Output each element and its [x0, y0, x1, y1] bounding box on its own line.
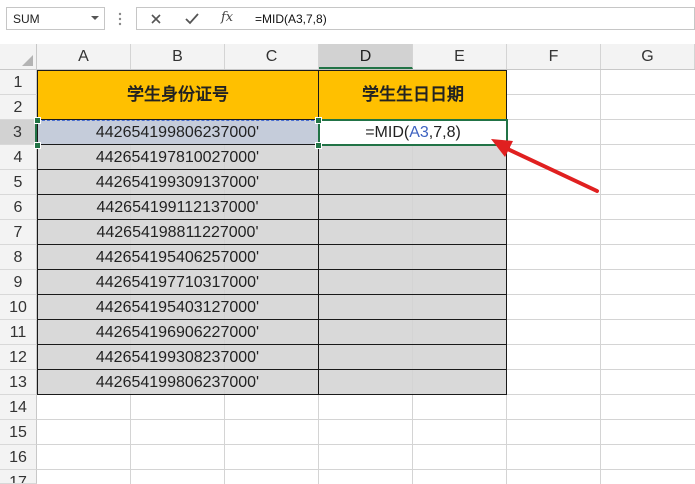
column-header-a[interactable]: A	[37, 44, 131, 69]
column-header-b[interactable]: B	[131, 44, 225, 69]
id-cell[interactable]: 442654197810027000'	[37, 145, 318, 170]
id-cell[interactable]: 442654199806237000'	[37, 120, 318, 145]
row-header-6[interactable]: 6	[0, 195, 37, 220]
id-cell[interactable]: 442654199309137000'	[37, 170, 318, 195]
id-cell[interactable]: 442654199308237000'	[37, 345, 318, 370]
name-box-value: SUM	[13, 12, 40, 26]
red-arrow-annotation	[491, 139, 599, 193]
a3-ref-handle[interactable]	[34, 117, 41, 124]
chevron-down-icon[interactable]	[90, 13, 100, 23]
row-header-5[interactable]: 5	[0, 170, 37, 195]
id-cell[interactable]: 442654196906227000'	[37, 320, 318, 345]
id-cell[interactable]: 442654195406257000'	[37, 245, 318, 270]
row-header-1[interactable]: 1	[0, 70, 37, 95]
formula-buttons: fx	[136, 7, 248, 30]
a3-ref-handle[interactable]	[34, 142, 41, 149]
id-cell[interactable]: 442654199806237000'	[37, 370, 318, 395]
formula-input[interactable]: =MID(A3,7,8)	[247, 7, 695, 30]
row-header-14[interactable]: 14	[0, 395, 37, 420]
row-header-10[interactable]: 10	[0, 295, 37, 320]
row-header-4[interactable]: 4	[0, 145, 37, 170]
row-header-8[interactable]: 8	[0, 245, 37, 270]
id-cell[interactable]: 442654195403127000'	[37, 295, 318, 320]
formula-bar: SUM fx =MID(A3,7,8)	[0, 0, 695, 38]
id-header-cell[interactable]: 学生身份证号	[37, 70, 319, 120]
cell-grid[interactable]: 学生身份证号 学生生日日期 442654199806237000' 442654…	[34, 70, 695, 484]
row-header-12[interactable]: 12	[0, 345, 37, 370]
select-all-button[interactable]	[0, 44, 37, 69]
drag-handle-icon[interactable]	[118, 11, 122, 27]
row-header-7[interactable]: 7	[0, 220, 37, 245]
check-icon[interactable]	[183, 10, 201, 28]
a3-ref-handle[interactable]	[315, 142, 322, 149]
id-cell[interactable]: 442654198811227000'	[37, 220, 318, 245]
a3-ref-handle[interactable]	[315, 117, 322, 124]
id-cell[interactable]: 442654197710317000'	[37, 270, 318, 295]
name-box[interactable]: SUM	[6, 7, 105, 30]
formula-text: =MID(A3,7,8)	[255, 12, 327, 26]
column-header-c[interactable]: C	[225, 44, 319, 69]
row-header-3[interactable]: 3	[0, 120, 37, 145]
row-header-16[interactable]: 16	[0, 445, 37, 470]
id-cell[interactable]: 442654199112137000'	[37, 195, 318, 220]
column-header-d[interactable]: D	[319, 44, 413, 69]
row-header-15[interactable]: 15	[0, 420, 37, 445]
row-header-9[interactable]: 9	[0, 270, 37, 295]
row-header-2[interactable]: 2	[0, 95, 37, 120]
close-icon[interactable]	[147, 10, 165, 28]
column-header-e[interactable]: E	[413, 44, 507, 69]
row-header-13[interactable]: 13	[0, 370, 37, 395]
column-header-g[interactable]: G	[601, 44, 695, 69]
column-header-row: A B C D E F G	[0, 44, 695, 70]
row-header-17[interactable]: 17	[0, 470, 37, 484]
row-header-11[interactable]: 11	[0, 320, 37, 345]
fx-icon[interactable]: fx	[221, 10, 239, 28]
column-header-f[interactable]: F	[507, 44, 601, 69]
birthday-header-cell[interactable]: 学生生日日期	[319, 70, 507, 120]
